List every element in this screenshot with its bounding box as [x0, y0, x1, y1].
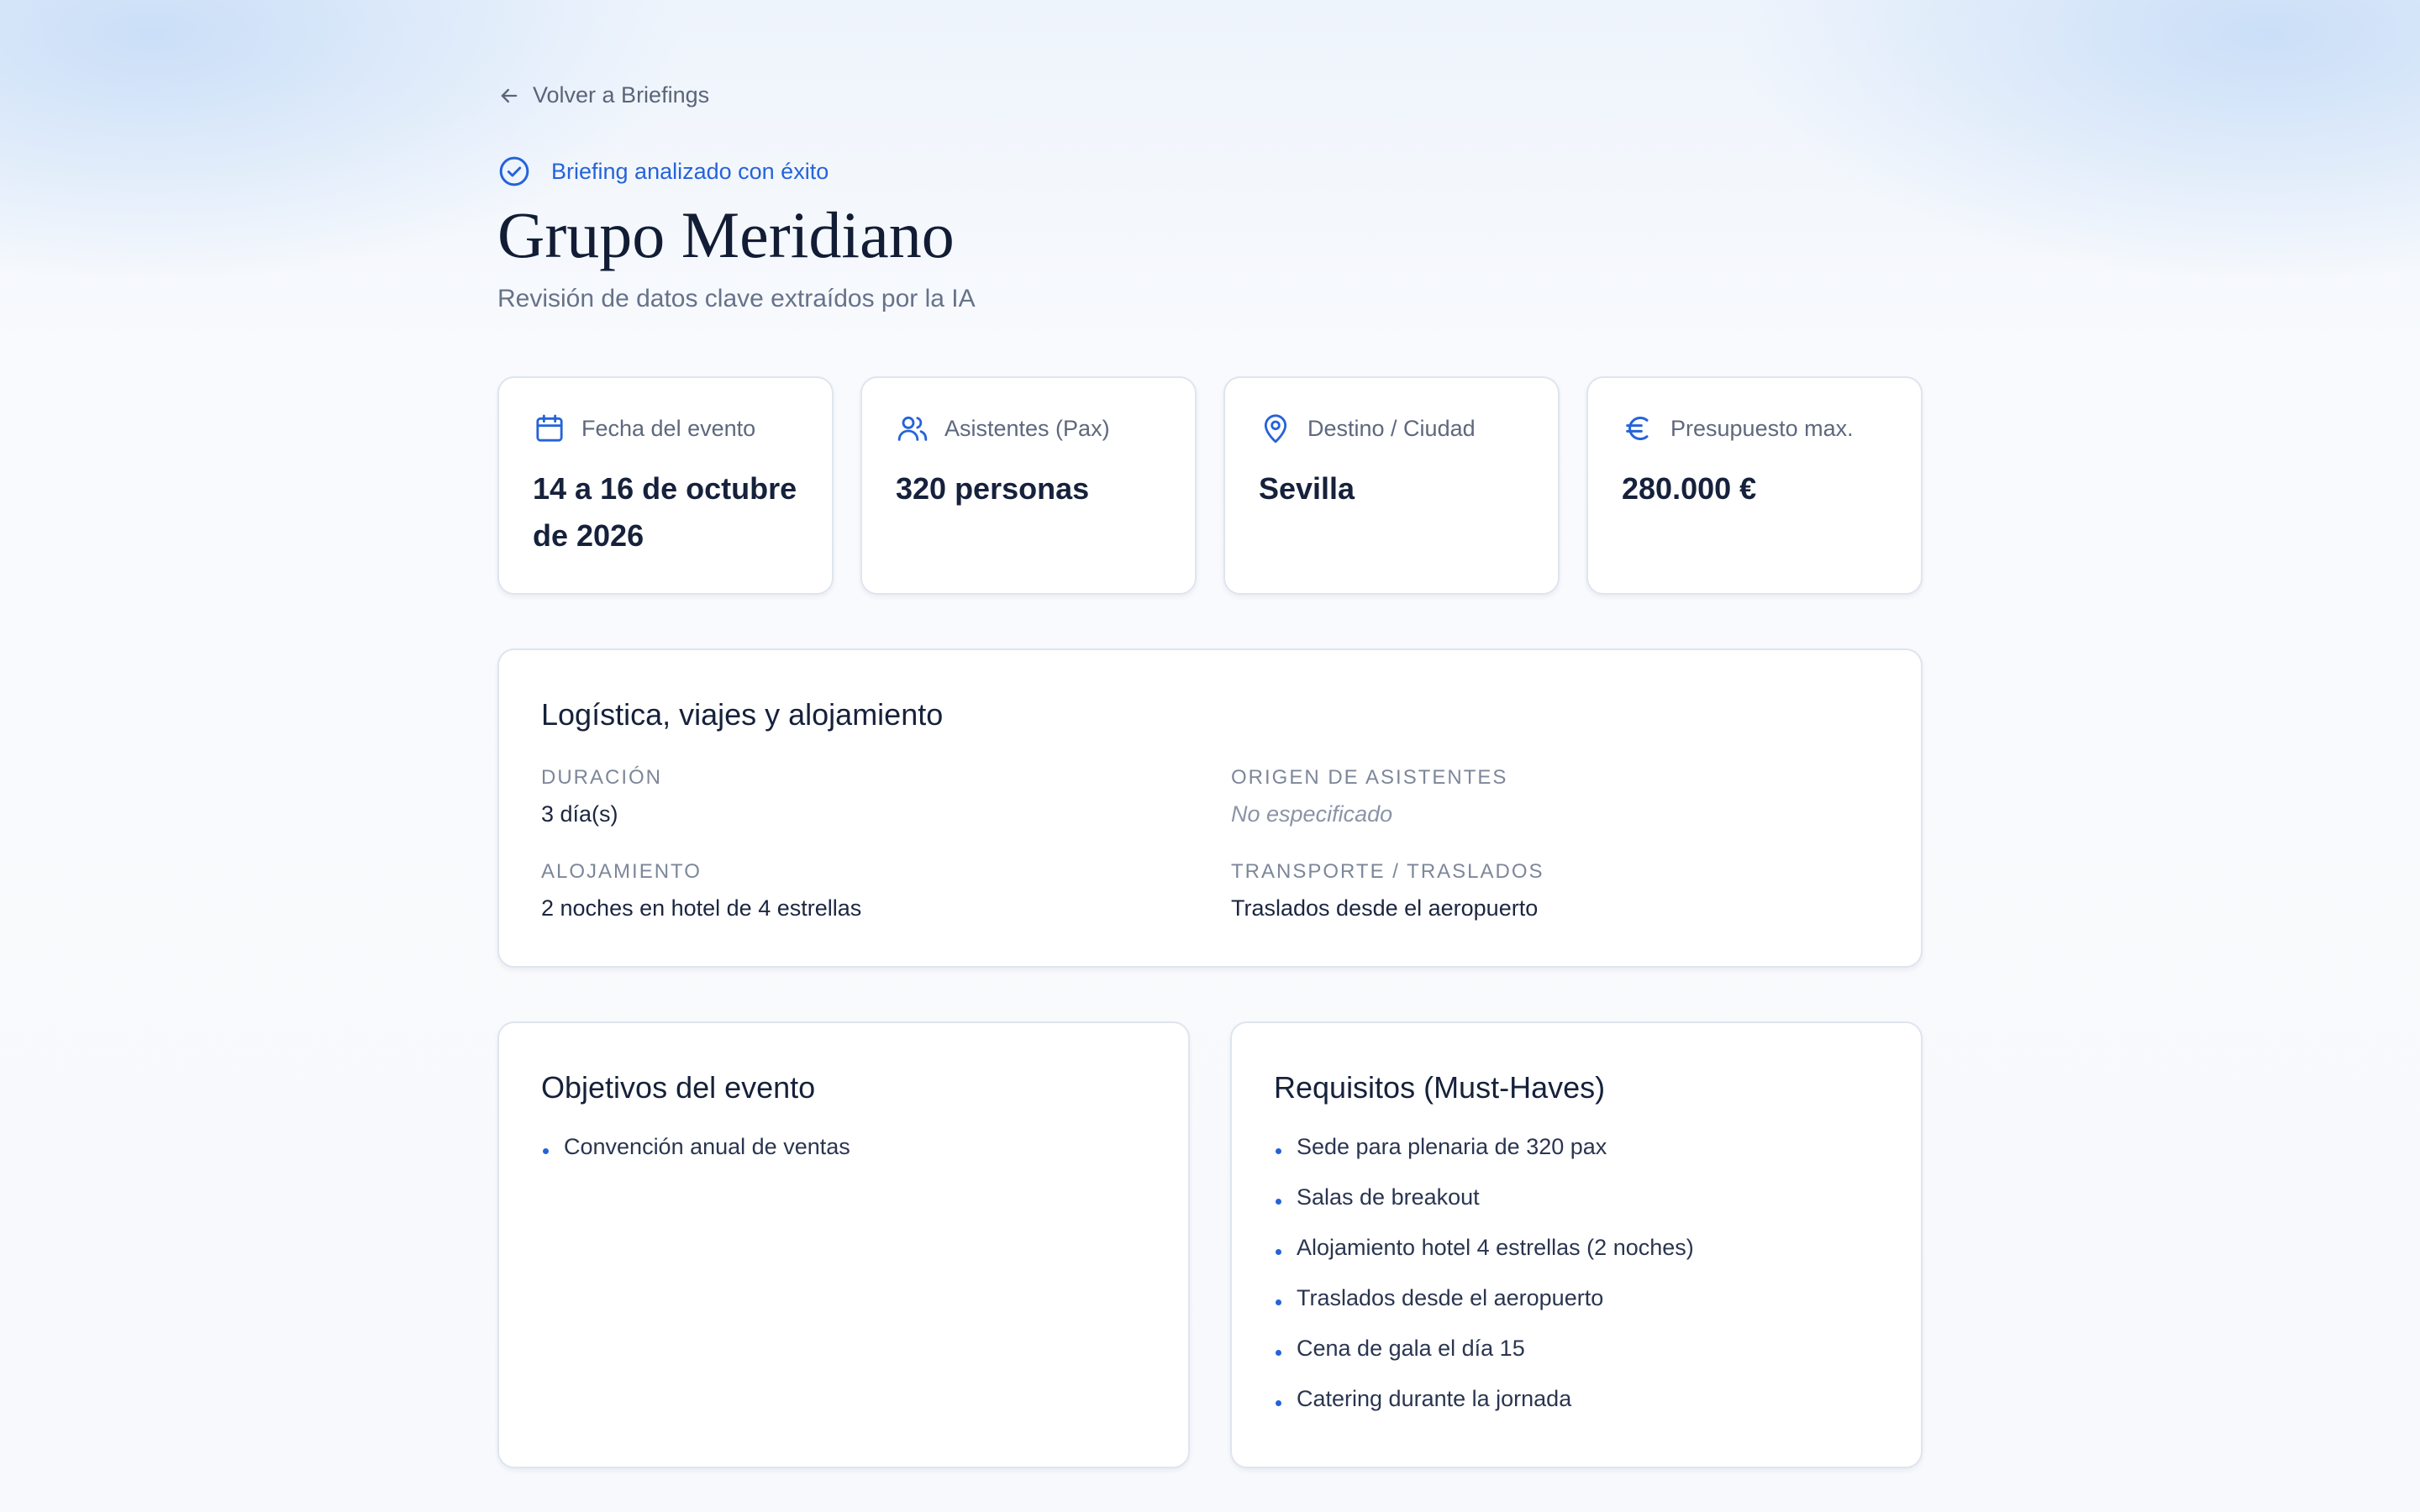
back-to-briefings-link[interactable]: Volver a Briefings [497, 82, 709, 108]
stat-label: Presupuesto max. [1670, 415, 1854, 441]
stat-value: 280.000 € [1622, 471, 1757, 506]
requirements-list: Sede para plenaria de 320 pax Salas de b… [1274, 1134, 1694, 1436]
logistics-title: Logística, viajes y alojamiento [541, 697, 944, 732]
objectives-title: Objetivos del evento [541, 1070, 816, 1105]
list-item: Alojamiento hotel 4 estrellas (2 noches) [1274, 1235, 1694, 1285]
list-item: Catering durante la jornada [1274, 1386, 1694, 1436]
origin-label: Origen de asistentes [1231, 766, 1508, 789]
analysis-status: Briefing analizado con éxito [497, 155, 829, 188]
euro-icon [1626, 417, 1649, 440]
list-item: Convención anual de ventas [541, 1134, 850, 1184]
transport-label: Transporte / Traslados [1231, 860, 1544, 883]
accommodation-value: 2 noches en hotel de 4 estrellas [541, 895, 862, 921]
list-item: Cena de gala el día 15 [1274, 1336, 1694, 1386]
stat-card-destination: Destino / Ciudad Sevilla [1223, 376, 1560, 595]
stat-card-attendees: Asistentes (Pax) 320 personas [860, 376, 1197, 595]
stat-value: Sevilla [1259, 471, 1355, 506]
objectives-card: Objetivos del evento Convención anual de… [497, 1021, 1190, 1468]
map-pin-icon [1264, 414, 1287, 444]
list-item: Sede para plenaria de 320 pax [1274, 1134, 1694, 1184]
objectives-list: Convención anual de ventas [541, 1134, 850, 1184]
stat-label: Asistentes (Pax) [944, 415, 1110, 441]
origin-value: No especificado [1231, 801, 1393, 827]
duration-label: Duración [541, 766, 663, 789]
back-link-label: Volver a Briefings [533, 82, 710, 108]
duration-value: 3 día(s) [541, 801, 618, 827]
stat-value: 14 a 16 de octubre de 2026 [533, 471, 797, 553]
calendar-icon [536, 414, 563, 442]
transport-value: Traslados desde el aeropuerto [1231, 895, 1539, 921]
stat-value: 320 personas [896, 471, 1090, 506]
logistics-card: Logística, viajes y alojamiento Duración… [497, 648, 1923, 968]
stat-label: Destino / Ciudad [1307, 415, 1476, 441]
requirements-card: Requisitos (Must-Haves) Sede para plenar… [1230, 1021, 1923, 1468]
page-title: Grupo Meridiano [497, 198, 955, 271]
status-text: Briefing analizado con éxito [551, 158, 829, 184]
stat-card-budget: Presupuesto max. 280.000 € [1586, 376, 1923, 595]
stat-card-date: Fecha del evento 14 a 16 de octubre de 2… [497, 376, 834, 595]
users-icon [897, 416, 928, 441]
accommodation-label: Alojamiento [541, 860, 702, 883]
list-item: Salas de breakout [1274, 1184, 1694, 1235]
arrow-left-icon [501, 88, 518, 102]
list-item: Traslados desde el aeropuerto [1274, 1285, 1694, 1336]
stat-label: Fecha del evento [581, 415, 756, 441]
requirements-title: Requisitos (Must-Haves) [1274, 1070, 1606, 1105]
page-subtitle: Revisión de datos clave extraídos por la… [497, 285, 976, 312]
check-circle-icon [499, 156, 529, 186]
